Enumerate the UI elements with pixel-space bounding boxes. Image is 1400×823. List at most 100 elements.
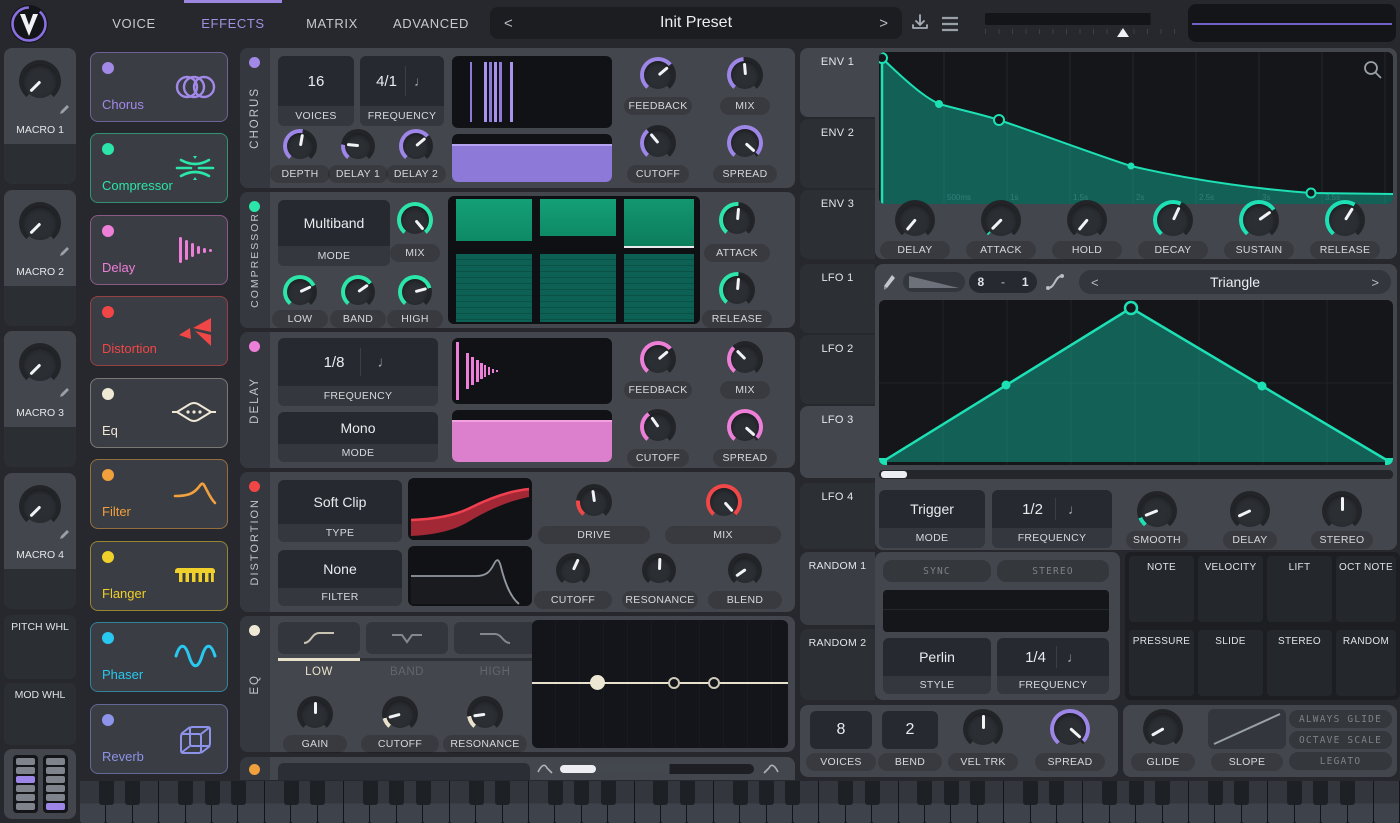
- black-key[interactable]: [574, 781, 590, 805]
- compressor-enable-dot[interactable]: [102, 143, 114, 155]
- menu-icon[interactable]: [940, 16, 960, 32]
- fx-list-item-distortion[interactable]: Distortion: [90, 296, 228, 366]
- black-key[interactable]: [1207, 781, 1223, 805]
- voices-value[interactable]: 8: [810, 711, 872, 749]
- black-key[interactable]: [758, 781, 774, 805]
- chorus-enable-dot[interactable]: [102, 62, 114, 74]
- eq-band-label[interactable]: BAND: [366, 666, 448, 678]
- random-stereo-button[interactable]: STEREO: [997, 560, 1109, 582]
- black-key[interactable]: [1049, 781, 1065, 805]
- filter-value-box-partial[interactable]: [278, 763, 530, 780]
- filter-enable-dot[interactable]: [102, 469, 114, 481]
- delay-cutoff-knob[interactable]: [640, 409, 676, 445]
- glide-knob[interactable]: [1143, 709, 1183, 749]
- lfo-smooth-knob[interactable]: [1137, 491, 1177, 531]
- eq-low-band-button[interactable]: [278, 622, 360, 654]
- lowpass-icon[interactable]: [536, 761, 554, 775]
- black-key[interactable]: [785, 781, 801, 805]
- mod-source-random[interactable]: RANDOM: [1336, 630, 1396, 696]
- lfo-graph[interactable]: [879, 300, 1393, 465]
- eq-high-node[interactable]: [708, 677, 720, 689]
- black-key[interactable]: [1022, 781, 1038, 805]
- delay-frequency-value[interactable]: 1/8 ♩: [278, 338, 438, 386]
- save-preset-icon[interactable]: [910, 13, 930, 33]
- tab-lfo-1[interactable]: LFO 1: [800, 264, 875, 333]
- paint-brush-icon[interactable]: [881, 272, 899, 292]
- env-decay-knob[interactable]: [1153, 200, 1193, 240]
- env-release-knob[interactable]: [1325, 200, 1365, 240]
- preset-prev-arrow[interactable]: <: [504, 15, 513, 32]
- fx-list-item-flanger[interactable]: Flanger: [90, 541, 228, 611]
- note-icon[interactable]: ♩: [414, 73, 428, 89]
- voice-spread-knob[interactable]: [1050, 709, 1090, 749]
- chorus-depth-knob[interactable]: [283, 129, 317, 163]
- compressor-attack-knob[interactable]: [719, 202, 755, 238]
- black-key[interactable]: [494, 781, 510, 805]
- black-key[interactable]: [362, 781, 378, 805]
- tab-env-2[interactable]: ENV 2: [800, 119, 875, 188]
- lfo-mode-value[interactable]: Trigger: [879, 490, 985, 528]
- distortion-blend-knob[interactable]: [728, 553, 762, 587]
- fx-list-item-compressor[interactable]: Compressor: [90, 133, 228, 203]
- eq-enable-dot[interactable]: [102, 388, 114, 400]
- pitch-wheel-control[interactable]: [13, 755, 38, 813]
- black-key[interactable]: [653, 781, 669, 805]
- always-glide-button[interactable]: ALWAYS GLIDE: [1289, 710, 1392, 728]
- preset-name[interactable]: Init Preset: [513, 14, 879, 32]
- macro-2-mod-list[interactable]: [4, 286, 76, 326]
- delay-spread-knob[interactable]: [727, 409, 763, 445]
- macro-2-knob[interactable]: [19, 202, 61, 244]
- black-key[interactable]: [838, 781, 854, 805]
- mod-source-lift[interactable]: LIFT: [1267, 556, 1332, 622]
- zoom-magnifier-icon[interactable]: [1364, 61, 1382, 79]
- distortion-filter-value[interactable]: None: [278, 550, 402, 588]
- macro-1-knob[interactable]: [19, 60, 61, 102]
- delay-mode-value[interactable]: Mono: [278, 412, 438, 444]
- grid-rows-value[interactable]: 8: [977, 275, 984, 289]
- lfo-slope-widget[interactable]: [903, 272, 965, 292]
- macro-4-knob[interactable]: [19, 485, 61, 527]
- eq-response-display[interactable]: [532, 620, 788, 748]
- black-key[interactable]: [230, 781, 246, 805]
- legato-button[interactable]: LEGATO: [1289, 752, 1392, 770]
- env-hold-knob[interactable]: [1067, 200, 1107, 240]
- edit-pencil-icon[interactable]: [58, 529, 70, 541]
- delay-mix-knob[interactable]: [727, 341, 763, 377]
- macro-4-mod-list[interactable]: [4, 569, 76, 609]
- distortion-cutoff-knob[interactable]: [556, 553, 590, 587]
- delay-enable-dot[interactable]: [102, 225, 114, 237]
- chorus-taps-display[interactable]: [452, 56, 612, 128]
- black-key[interactable]: [1234, 781, 1250, 805]
- fx-list-item-phaser[interactable]: Phaser: [90, 622, 228, 692]
- fx-list-item-chorus[interactable]: Chorus: [90, 52, 228, 122]
- tab-random-1[interactable]: RANDOM 1: [800, 552, 875, 625]
- eq-band-band-button[interactable]: [366, 622, 448, 654]
- env-graph[interactable]: 500ms 1s 1.5s 2s 2.5s 3s 3.5s: [879, 52, 1393, 204]
- tab-voice[interactable]: VOICE: [100, 0, 168, 48]
- random-sync-button[interactable]: SYNC: [883, 560, 991, 582]
- distortion-mix-knob[interactable]: [706, 484, 742, 520]
- distortion-type-value[interactable]: Soft Clip: [278, 480, 402, 524]
- compressor-bands-display[interactable]: [448, 196, 700, 324]
- preset-next-arrow[interactable]: >: [879, 15, 888, 32]
- black-key[interactable]: [1128, 781, 1144, 805]
- compressor-high-knob[interactable]: [398, 275, 432, 309]
- smooth-curve-icon[interactable]: [1045, 272, 1065, 292]
- fx-list-item-reverb[interactable]: Reverb: [90, 704, 228, 774]
- tab-lfo-2[interactable]: LFO 2: [800, 335, 875, 404]
- compressor-band-knob[interactable]: [341, 275, 375, 309]
- tab-env-1[interactable]: ENV 1: [800, 48, 875, 117]
- random-display[interactable]: [883, 590, 1109, 632]
- bend-value[interactable]: 2: [882, 711, 938, 749]
- lfo-delay-knob[interactable]: [1230, 491, 1270, 531]
- note-icon[interactable]: ♩: [1067, 649, 1081, 665]
- filter-scrollbar[interactable]: [558, 764, 754, 774]
- compressor-mix-knob[interactable]: [397, 202, 433, 238]
- env-attack-knob[interactable]: [981, 200, 1021, 240]
- black-key[interactable]: [864, 781, 880, 805]
- glide-slope-display[interactable]: [1208, 709, 1286, 749]
- eq-gain-knob[interactable]: [297, 696, 333, 732]
- mod-source-oct-note[interactable]: OCT NOTE: [1336, 556, 1396, 622]
- chorus-mix-knob[interactable]: [727, 57, 763, 93]
- shape-prev-arrow[interactable]: <: [1091, 275, 1099, 290]
